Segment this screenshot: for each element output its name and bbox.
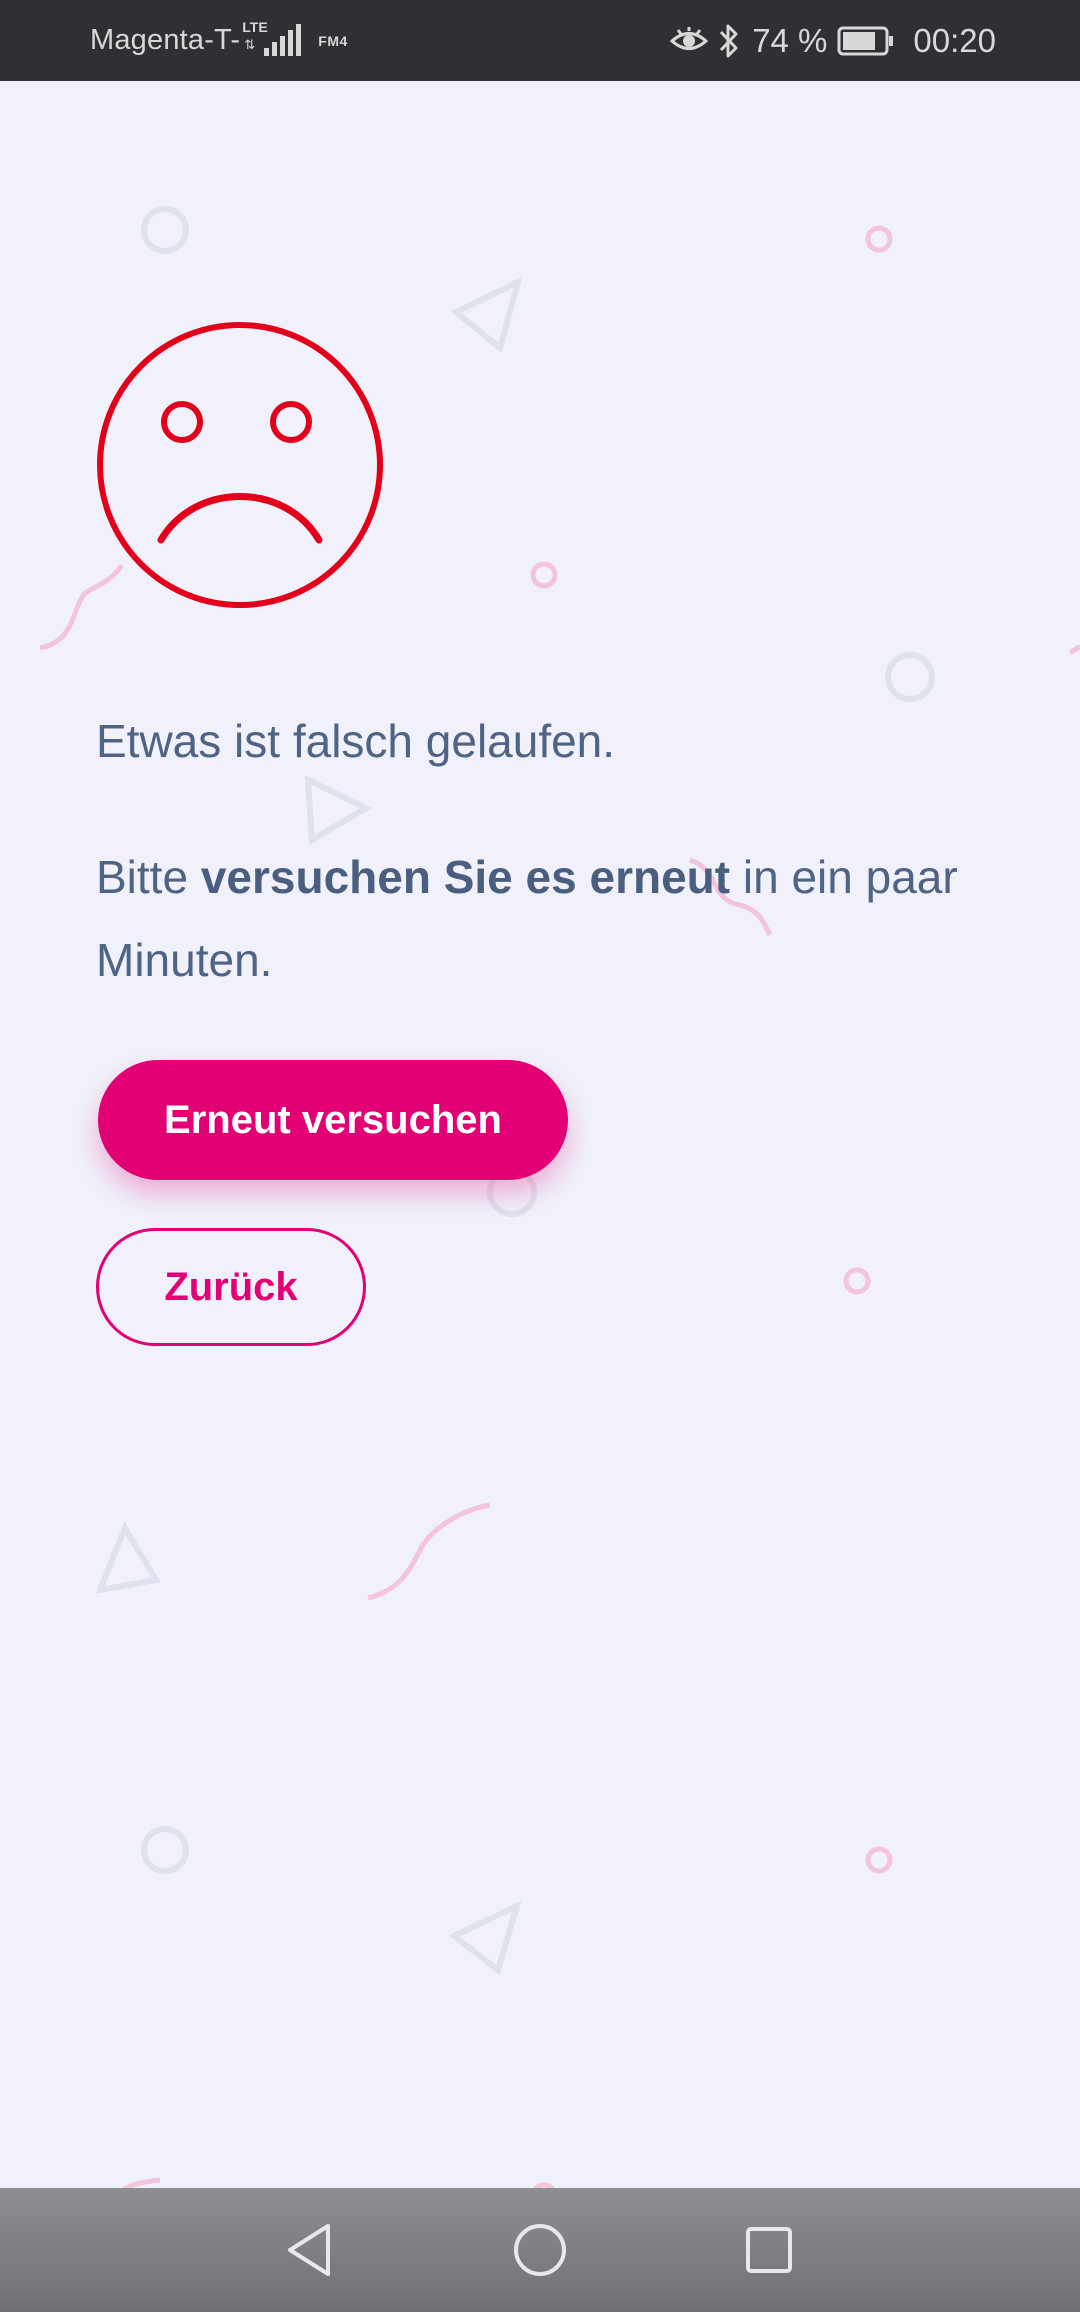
home-circle-icon bbox=[514, 2224, 566, 2276]
error-message-emphasis: versuchen Sie es erneut bbox=[200, 851, 731, 903]
recents-square-icon bbox=[746, 2227, 792, 2273]
deco-wave-icon bbox=[367, 1502, 491, 1601]
nav-back-button[interactable] bbox=[249, 2188, 369, 2312]
deco-dot-icon bbox=[865, 225, 893, 253]
deco-dot-icon bbox=[865, 1846, 893, 1874]
back-button[interactable]: Zurück bbox=[96, 1228, 366, 1346]
retry-button[interactable]: Erneut versuchen bbox=[98, 1060, 568, 1180]
error-message: Bitte versuchen Sie es erneut in ein paa… bbox=[96, 836, 976, 1002]
deco-triangle-icon bbox=[448, 1900, 522, 1976]
deco-triangle-icon bbox=[304, 775, 373, 846]
deco-triangle-icon bbox=[450, 276, 523, 354]
navigation-bar bbox=[0, 2188, 1080, 2312]
error-message-prefix: Bitte bbox=[96, 851, 201, 903]
deco-circle-icon bbox=[885, 652, 935, 702]
nav-recents-button[interactable] bbox=[709, 2188, 829, 2312]
back-triangle-icon bbox=[288, 2224, 330, 2276]
deco-dot-icon bbox=[843, 1267, 871, 1295]
deco-triangle-icon bbox=[95, 1521, 161, 1594]
nav-home-button[interactable] bbox=[480, 2188, 600, 2312]
error-title: Etwas ist falsch gelaufen. bbox=[96, 715, 616, 767]
deco-circle-icon bbox=[141, 206, 189, 254]
sad-face-icon bbox=[97, 322, 383, 608]
deco-wave-icon bbox=[1069, 644, 1080, 655]
deco-circle-icon bbox=[141, 1826, 189, 1874]
deco-dot-icon bbox=[530, 561, 558, 589]
